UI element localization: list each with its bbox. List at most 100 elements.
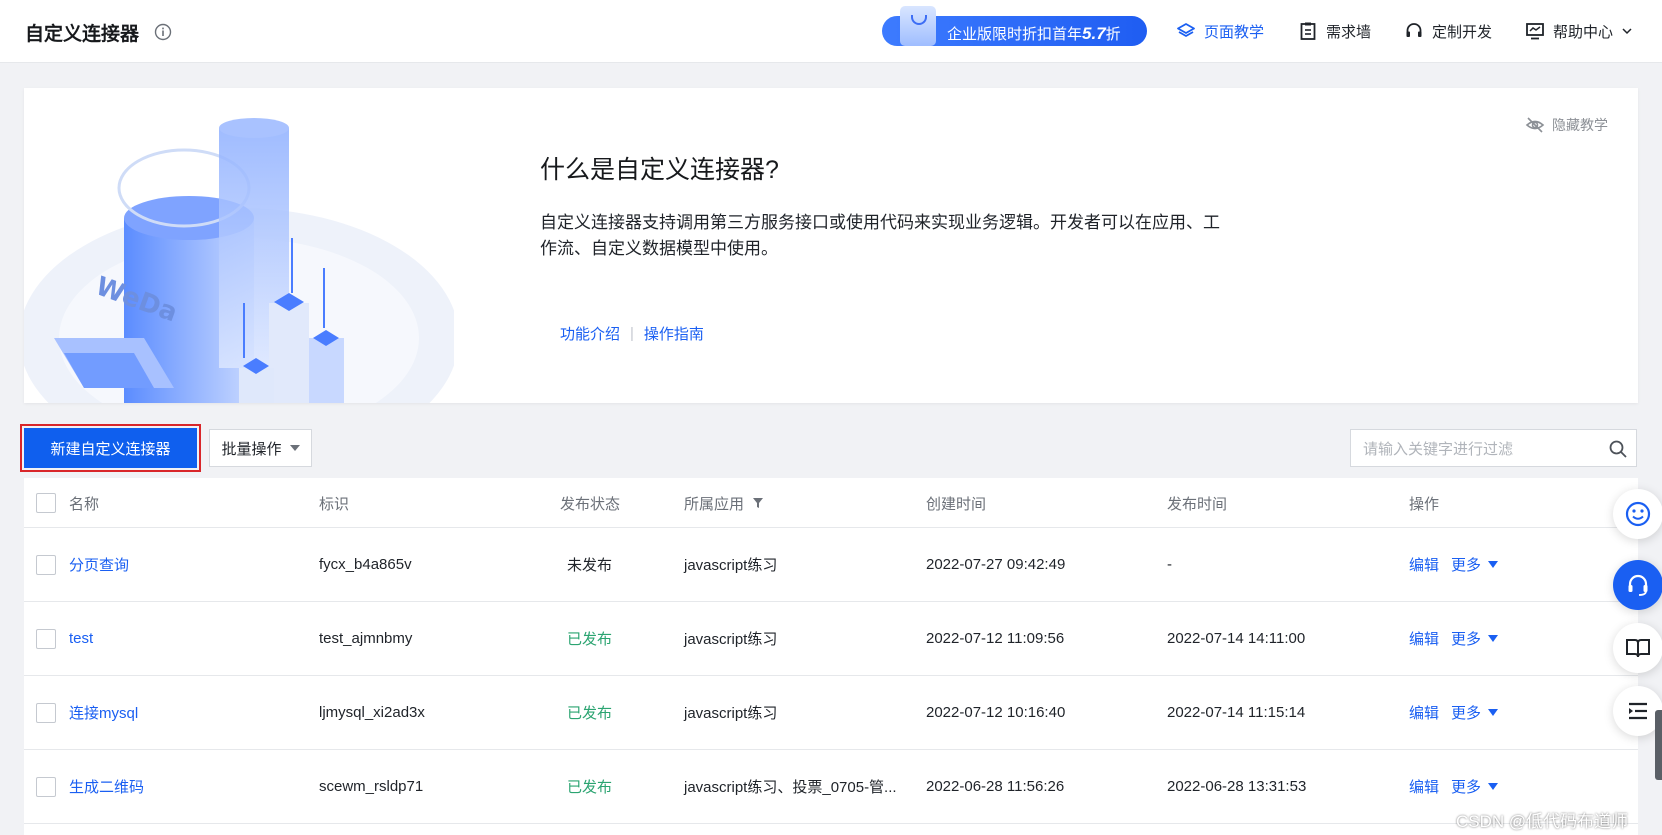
watermark: CSDN @低代码布道师 — [1456, 812, 1629, 831]
column-identifier: 标识 — [319, 495, 350, 513]
published-time: 2022-06-28 13:31:53 — [1167, 778, 1307, 795]
caret-down-icon — [1488, 561, 1499, 568]
shopping-bag-icon — [900, 6, 936, 46]
search-input[interactable] — [1363, 438, 1593, 460]
layers-icon — [1177, 23, 1195, 37]
weda-illustration: WeDa — [24, 118, 454, 403]
customer-service-button[interactable] — [1613, 560, 1662, 610]
search-icon[interactable] — [1608, 439, 1628, 459]
operation-guide-link[interactable]: 操作指南 — [644, 323, 704, 344]
promo-banner[interactable]: 企业版限时折扣首年5.7折 — [882, 6, 1147, 46]
nav-label: 帮助中心 — [1553, 23, 1614, 41]
link-divider: | — [630, 325, 634, 342]
page-title: 自定义连接器 — [25, 24, 140, 45]
edit-link[interactable]: 编辑 — [1409, 554, 1439, 575]
table-header: 名称 标识 发布状态 所属应用 创建时间 发布时间 操作 — [24, 478, 1638, 528]
row-checkbox[interactable] — [36, 776, 56, 797]
create-connector-button[interactable]: 新建自定义连接器 — [24, 428, 197, 468]
banner-links: 功能介绍 | 操作指南 — [560, 323, 704, 344]
table-row: test test_ajmnbmy 已发布 javascript练习 2022-… — [24, 602, 1638, 676]
hide-tutorial-label: 隐藏教学 — [1552, 117, 1608, 133]
table-row: 连接mysql ljmysql_xi2ad3x 已发布 javascript练习… — [24, 676, 1638, 750]
published-time: 2022-07-14 11:15:14 — [1167, 704, 1306, 721]
list-icon — [1629, 702, 1647, 720]
feedback-button[interactable] — [1613, 489, 1662, 539]
feature-intro-link[interactable]: 功能介绍 — [560, 323, 620, 344]
published-time: - — [1167, 556, 1172, 573]
status-text: 已发布 — [567, 631, 613, 648]
nav-requirement-wall[interactable]: 需求墙 — [1298, 20, 1371, 42]
more-dropdown[interactable]: 更多 — [1451, 554, 1499, 575]
created-time: 2022-07-27 09:42:49 — [926, 556, 1066, 573]
nav-page-tutorial[interactable]: 页面教学 — [1176, 20, 1264, 42]
status-text: 未发布 — [567, 557, 613, 574]
app-name: javascript练习 — [684, 557, 778, 574]
row-checkbox[interactable] — [36, 628, 56, 649]
table-row: 生成二维码 scewm_rsldp71 已发布 javascript练习、投票_… — [24, 750, 1638, 824]
app-name: javascript练习 — [684, 705, 778, 722]
column-app-header[interactable]: 所属应用 — [684, 478, 764, 528]
headset-icon — [1406, 23, 1422, 37]
monitor-icon — [1526, 23, 1544, 40]
batch-operation-dropdown[interactable]: 批量操作 — [209, 429, 312, 467]
connector-name-link[interactable]: 生成二维码 — [69, 750, 144, 823]
scroll-handle[interactable] — [1655, 710, 1662, 780]
app-name: javascript练习、投票_0705-管... — [684, 779, 897, 796]
search-box — [1350, 429, 1637, 467]
headset-icon — [1628, 574, 1648, 596]
more-label: 更多 — [1451, 631, 1482, 648]
banner-description: 自定义连接器支持调用第三方服务接口或使用代码来实现业务逻辑。开发者可以在应用、工… — [540, 213, 1220, 258]
more-label: 更多 — [1451, 557, 1482, 574]
table-row: 分页查询 fycx_b4a865v 未发布 javascript练习 2022-… — [24, 528, 1638, 602]
more-label: 更多 — [1451, 705, 1482, 722]
column-published: 发布时间 — [1167, 495, 1228, 513]
nav-label: 定制开发 — [1432, 23, 1493, 41]
status-text: 已发布 — [567, 779, 613, 796]
more-dropdown[interactable]: 更多 — [1451, 628, 1499, 649]
hide-tutorial-button[interactable]: 隐藏教学 — [1525, 115, 1608, 135]
app-name: javascript练习 — [684, 631, 778, 648]
more-dropdown[interactable]: 更多 — [1451, 776, 1499, 797]
documentation-button[interactable] — [1613, 623, 1662, 673]
connector-identifier: scewm_rsldp71 — [319, 778, 424, 795]
smiley-icon — [1625, 501, 1651, 527]
caret-down-icon — [1488, 709, 1499, 716]
promo-text: 企业版限时折扣首年 — [947, 26, 1083, 43]
column-name: 名称 — [69, 495, 100, 513]
connector-name-link[interactable]: 分页查询 — [69, 528, 129, 601]
clipboard-icon — [1300, 22, 1316, 40]
caret-down-icon — [289, 445, 300, 451]
filter-icon[interactable] — [752, 497, 764, 509]
nav-label: 需求墙 — [1326, 23, 1372, 41]
edit-link[interactable]: 编辑 — [1409, 776, 1439, 797]
edit-link[interactable]: 编辑 — [1409, 628, 1439, 649]
row-checkbox[interactable] — [36, 702, 56, 723]
created-time: 2022-06-28 11:56:26 — [926, 778, 1065, 795]
column-created: 创建时间 — [926, 495, 987, 513]
promo-number: 5.7 — [1082, 24, 1106, 43]
column-actions: 操作 — [1409, 495, 1440, 513]
connector-identifier: fycx_b4a865v — [319, 556, 412, 573]
top-header: 自定义连接器 企业版限时折扣首年5.7折 页面教学 需求墙 定制开发 帮助中心 — [0, 0, 1662, 63]
created-time: 2022-07-12 10:16:40 — [926, 704, 1066, 721]
column-app: 所属应用 — [684, 495, 745, 513]
nav-help-center[interactable]: 帮助中心 — [1525, 20, 1633, 42]
select-all-checkbox[interactable] — [36, 493, 56, 513]
book-icon — [1626, 639, 1650, 658]
batch-operation-label: 批量操作 — [221, 440, 282, 458]
more-dropdown[interactable]: 更多 — [1451, 702, 1499, 723]
intro-banner: WeDa 什么是自定义连接器? 自定义连接器支持调用第三方服务接口或使用代码来实… — [24, 88, 1638, 403]
column-status: 发布状态 — [560, 495, 621, 513]
connector-table: 名称 标识 发布状态 所属应用 创建时间 发布时间 操作 分页查询 fycx_b… — [24, 478, 1638, 835]
connector-name-link[interactable]: test — [69, 602, 93, 675]
create-connector-button-highlight: 新建自定义连接器 — [20, 424, 201, 472]
connector-name-link[interactable]: 连接mysql — [69, 676, 138, 749]
published-time: 2022-07-14 14:11:00 — [1167, 630, 1306, 647]
row-checkbox[interactable] — [36, 554, 56, 575]
more-label: 更多 — [1451, 779, 1482, 796]
edit-link[interactable]: 编辑 — [1409, 702, 1439, 723]
info-icon[interactable] — [154, 23, 172, 41]
nav-custom-dev[interactable]: 定制开发 — [1404, 20, 1492, 42]
connector-identifier: test_ajmnbmy — [319, 630, 413, 647]
chevron-down-icon — [1622, 28, 1632, 35]
